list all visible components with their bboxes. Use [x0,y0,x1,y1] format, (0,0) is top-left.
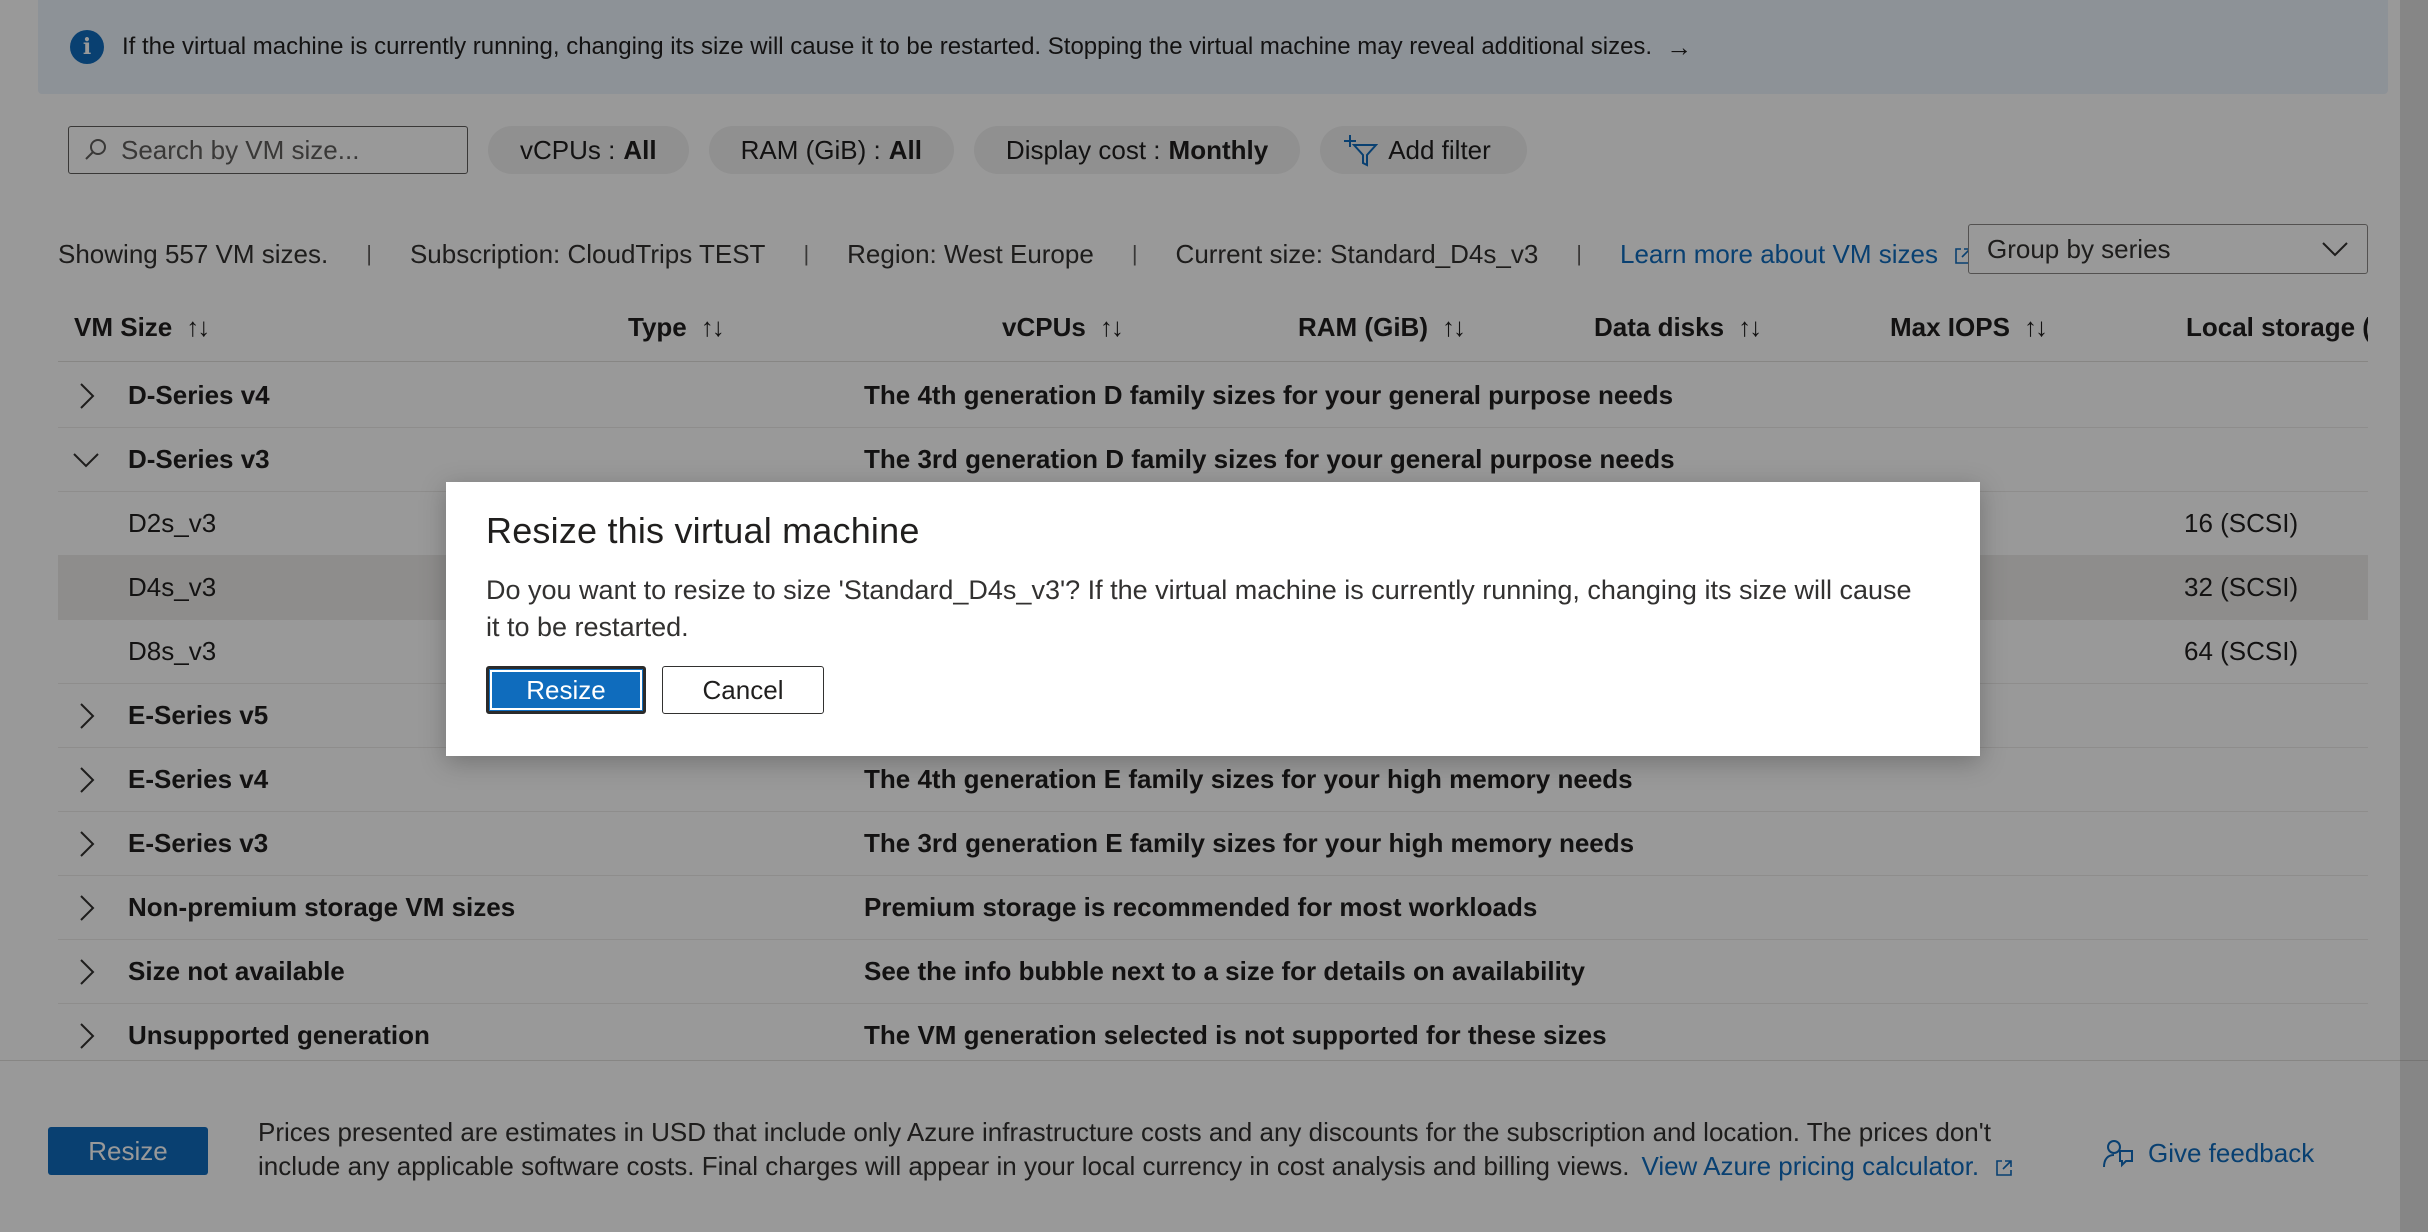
dialog-cancel-button[interactable]: Cancel [662,666,824,714]
dialog-title: Resize this virtual machine [486,510,920,551]
resize-confirm-dialog: Resize this virtual machine Do you want … [446,482,1980,756]
dialog-buttons: Resize Cancel [486,666,1940,714]
dialog-message: Do you want to resize to size 'Standard_… [486,575,1912,642]
scrollbar-track [2400,0,2428,1232]
vm-resize-page: i If the virtual machine is currently ru… [0,0,2428,1232]
dialog-resize-button[interactable]: Resize [486,666,646,714]
